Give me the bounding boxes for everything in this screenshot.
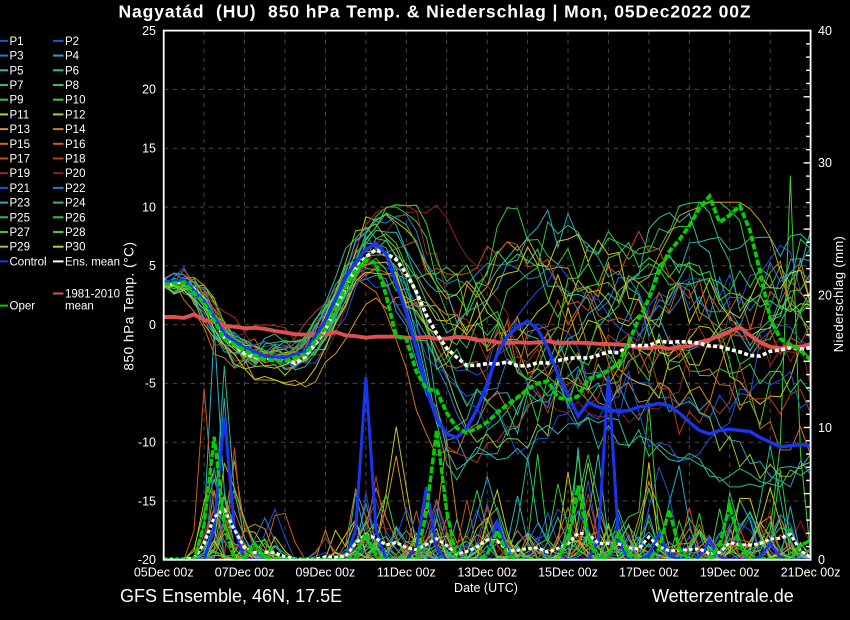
svg-text:P22: P22 (65, 183, 85, 195)
svg-text:15: 15 (142, 142, 156, 156)
svg-text:P28: P28 (65, 227, 85, 239)
svg-text:P2: P2 (65, 36, 79, 48)
svg-text:P23: P23 (10, 198, 30, 210)
svg-text:Nagyatád (HU) 850 hPa Temp.: Nagyatád (HU) 850 hPa Temp. & Niederschl… (119, 2, 752, 22)
svg-text:P29: P29 (10, 242, 30, 254)
svg-text:-15: -15 (138, 494, 156, 508)
svg-text:P11: P11 (10, 109, 30, 121)
svg-text:P27: P27 (10, 227, 30, 239)
svg-text:P16: P16 (65, 139, 85, 151)
svg-text:Control: Control (10, 256, 47, 268)
svg-text:P9: P9 (10, 95, 24, 107)
svg-text:1981-2010: 1981-2010 (65, 289, 120, 301)
svg-text:10: 10 (142, 200, 156, 214)
svg-text:13Dec 00z: 13Dec 00z (457, 566, 517, 580)
svg-text:P7: P7 (10, 80, 24, 92)
svg-text:P24: P24 (65, 198, 86, 210)
svg-text:Ens. mean: Ens. mean (65, 256, 120, 268)
svg-text:P14: P14 (65, 124, 86, 136)
svg-text:P6: P6 (65, 65, 79, 77)
svg-text:17Dec 00z: 17Dec 00z (619, 566, 679, 580)
svg-text:P25: P25 (10, 212, 30, 224)
svg-text:20: 20 (142, 83, 156, 97)
svg-text:10: 10 (818, 421, 832, 435)
svg-text:05Dec 00z: 05Dec 00z (134, 566, 194, 580)
svg-text:mean: mean (65, 301, 94, 313)
svg-text:P4: P4 (65, 51, 80, 63)
svg-text:Wetterzentrale.de: Wetterzentrale.de (652, 586, 794, 606)
svg-text:30: 30 (818, 156, 832, 170)
svg-text:850 hPa Temp. (°C): 850 hPa Temp. (°C) (122, 241, 137, 370)
svg-text:-5: -5 (145, 377, 156, 391)
svg-text:P10: P10 (65, 95, 85, 107)
svg-text:P21: P21 (10, 183, 30, 195)
svg-text:09Dec 00z: 09Dec 00z (296, 566, 356, 580)
svg-text:Oper: Oper (10, 301, 36, 313)
svg-text:40: 40 (818, 24, 832, 38)
svg-text:P13: P13 (10, 124, 30, 136)
svg-text:P18: P18 (65, 154, 85, 166)
svg-text:P8: P8 (65, 80, 79, 92)
svg-text:19Dec 00z: 19Dec 00z (700, 566, 760, 580)
svg-text:Date (UTC): Date (UTC) (454, 581, 518, 595)
svg-text:GFS Ensemble, 46N, 17.5E: GFS Ensemble, 46N, 17.5E (120, 586, 342, 606)
svg-text:P26: P26 (65, 212, 85, 224)
svg-text:0: 0 (149, 318, 156, 332)
svg-text:P3: P3 (10, 51, 24, 63)
svg-text:P12: P12 (65, 109, 85, 121)
svg-text:P17: P17 (10, 154, 30, 166)
svg-text:-10: -10 (138, 436, 156, 450)
svg-text:P1: P1 (10, 36, 24, 48)
svg-text:5: 5 (149, 259, 156, 273)
svg-text:15Dec 00z: 15Dec 00z (538, 566, 598, 580)
svg-text:P19: P19 (10, 168, 30, 180)
svg-text:21Dec 00z: 21Dec 00z (781, 566, 841, 580)
svg-text:P5: P5 (10, 65, 24, 77)
svg-text:11Dec 00z: 11Dec 00z (377, 566, 436, 580)
svg-text:P15: P15 (10, 139, 30, 151)
svg-text:25: 25 (142, 24, 156, 38)
svg-text:P20: P20 (65, 168, 85, 180)
svg-text:Niederschlag (mm): Niederschlag (mm) (831, 236, 846, 353)
svg-text:20: 20 (818, 289, 832, 303)
svg-text:P30: P30 (65, 242, 85, 254)
svg-text:07Dec 00z: 07Dec 00z (215, 566, 275, 580)
